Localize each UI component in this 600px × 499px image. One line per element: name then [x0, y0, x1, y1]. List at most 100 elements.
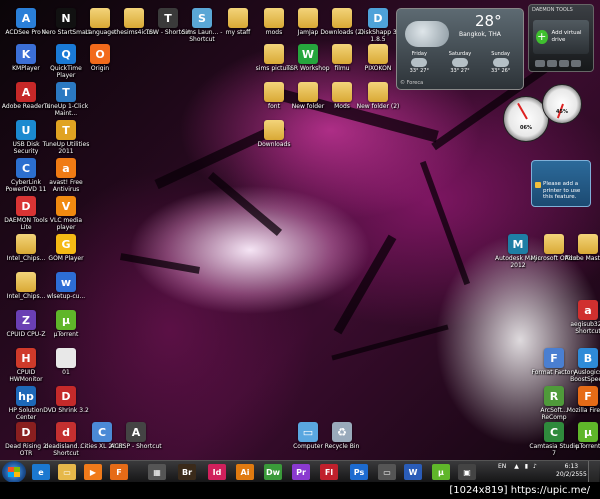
daemon-tool-button[interactable]	[559, 60, 569, 67]
desktop-icon-label: TuneUp 1-Click Maint...	[43, 103, 89, 117]
app-icon: C	[92, 422, 112, 442]
daemon-tool-button[interactable]	[547, 60, 557, 67]
language-indicator[interactable]: EN	[498, 463, 506, 470]
app-icon: O	[90, 44, 110, 64]
app-icon: C	[544, 422, 564, 442]
desktop-icon[interactable]: T TuneUp Utilities 2011	[40, 120, 92, 155]
folder-icon	[16, 234, 36, 254]
taskbar-photoshop-button[interactable]: Ps	[350, 464, 368, 480]
printer-gadget[interactable]: Please add a printer to use this feature…	[531, 160, 591, 207]
app-icon: d	[56, 422, 76, 442]
desktop-icon[interactable]: µ µTorrent	[562, 422, 600, 450]
desktop-icon[interactable]: BAuslogics BoostSpeed	[562, 348, 600, 383]
daemon-tool-button[interactable]	[535, 60, 545, 67]
folder-icon	[228, 8, 248, 28]
desktop-icon[interactable]: A ACRSP - Shortcut	[110, 422, 162, 450]
desktop-icon[interactable]: a avast! Free Antivirus	[40, 158, 92, 193]
app-icon: a	[578, 300, 598, 320]
desktop-icon[interactable]: aaegisub32 - Shortcut	[562, 300, 600, 335]
taskbar-illustrator-button[interactable]: Ai	[236, 464, 254, 480]
taskbar-word-button[interactable]: W	[404, 464, 422, 480]
daemon-header: DAEMON TOOLS	[532, 7, 573, 13]
app-icon: D	[16, 422, 36, 442]
taskbar-media-player-button[interactable]: ▶	[84, 464, 102, 480]
add-virtual-drive-button[interactable]: + Add virtual drive	[533, 20, 589, 54]
desktop-icon-label: Auslogics BoostSpeed	[570, 369, 600, 383]
show-desktop-button[interactable]	[588, 461, 599, 483]
taskbar-dreamweaver-button[interactable]: Dw	[264, 464, 282, 480]
desktop-icon-label: Origin	[90, 65, 110, 72]
watermark-text: [1024x819] https://upic.me/	[449, 485, 590, 496]
desktop-icon-label: New folder (2)	[356, 103, 400, 110]
desktop-icon-label: VLC media player	[49, 217, 83, 231]
app-icon: V	[56, 196, 76, 216]
desktop-icon-label: GOM Player	[48, 255, 84, 262]
taskbar-explorer-button[interactable]: ▭	[58, 464, 76, 480]
app-icon: T	[158, 8, 178, 28]
desktop-icon[interactable]: FMozilla Firefox	[562, 386, 600, 414]
start-button[interactable]	[2, 461, 26, 483]
app-icon: D	[56, 386, 76, 406]
desktop-icon[interactable]: V VLC media player	[40, 196, 92, 231]
ram-meter-gauge[interactable]: 45%	[542, 84, 582, 124]
desktop-icon[interactable]: Downloads	[248, 120, 300, 148]
app-icon: D	[16, 196, 36, 216]
taskbar-flash-button[interactable]: Fl	[320, 464, 338, 480]
folder-icon	[298, 82, 318, 102]
desktop-icon[interactable]: ♻ Recycle Bin	[316, 422, 368, 450]
desktop-icon[interactable]: Adobe Master...	[562, 234, 600, 262]
weather-forecast: Friday 33° 27° Saturday 33° 27° Sunday 3…	[399, 51, 521, 74]
app-icon: Q	[56, 44, 76, 64]
clock[interactable]: 6:13 20/2/2555	[556, 463, 587, 479]
desktop-icon-label: Downloads	[257, 141, 291, 148]
taskbar-premiere-button[interactable]: Pr	[292, 464, 310, 480]
forecast-day-3: Sunday 33° 26°	[490, 51, 511, 74]
taskbar-firefox-button[interactable]: F	[110, 464, 128, 480]
folder-icon	[90, 8, 110, 28]
volume-icon[interactable]: ♪	[533, 463, 537, 470]
folder-icon	[298, 8, 318, 28]
taskbar-explorer-2-button[interactable]: ▭	[378, 464, 396, 480]
taskbar-indesign-button[interactable]: Id	[208, 464, 226, 480]
weather-city: Bangkok, THA	[459, 31, 501, 38]
network-icon[interactable]: ▮	[525, 463, 528, 470]
folder-icon	[16, 272, 36, 292]
desktop-icon[interactable]: 01	[40, 348, 92, 376]
daemon-tools-gadget[interactable]: DAEMON TOOLS + Add virtual drive	[528, 4, 594, 72]
app-icon: a	[56, 158, 76, 178]
daemon-tool-button[interactable]	[571, 60, 581, 67]
desktop-icon[interactable]: µ µTorrent	[40, 310, 92, 338]
desktop-icon[interactable]: T TuneUp 1-Click Maint...	[40, 82, 92, 117]
app-icon: D	[368, 8, 388, 28]
folder-icon	[332, 44, 352, 64]
desktop-icon-label: TuneUp Utilities 2011	[42, 141, 90, 155]
app-icon: H	[16, 348, 36, 368]
daemon-toolbar	[535, 60, 581, 67]
desktop-icon[interactable]: w wlsetup-cu...	[40, 272, 92, 300]
tray-expand-icon[interactable]: ▲	[514, 463, 519, 470]
desktop-icon-label: ACRSP - Shortcut	[110, 443, 162, 450]
app-icon: G	[56, 234, 76, 254]
desktop-icon-label: Adobe Master...	[564, 255, 600, 262]
folder-icon	[264, 8, 284, 28]
taskbar-app-gray-button[interactable]: ▦	[148, 464, 166, 480]
cloud-icon	[451, 58, 468, 67]
weather-gadget[interactable]: 28° Bangkok, THA Friday 33° 27° Saturday…	[396, 8, 524, 90]
app-icon: N	[56, 8, 76, 28]
taskbar-app-2-button[interactable]: ▣	[458, 464, 476, 480]
app-icon: hp	[16, 386, 36, 406]
taskbar-utorrent-button[interactable]: µ	[432, 464, 450, 480]
taskbar-ie-button[interactable]: e	[32, 464, 50, 480]
desktop-icon[interactable]: O Origin	[74, 44, 126, 72]
app-icon: Z	[16, 310, 36, 330]
cloud-icon	[405, 21, 449, 47]
folder-icon	[264, 44, 284, 64]
app-icon: A	[16, 82, 36, 102]
desktop-icon[interactable]: G GOM Player	[40, 234, 92, 262]
desktop-icon[interactable]: D DVD Shrink 3.2	[40, 386, 92, 414]
system-tray: EN ▲ ▮ ♪	[498, 463, 537, 470]
cloud-icon	[411, 58, 428, 67]
taskbar-bridge-button[interactable]: Br	[178, 464, 196, 480]
app-icon: F	[544, 348, 564, 368]
app-icon: K	[16, 44, 36, 64]
